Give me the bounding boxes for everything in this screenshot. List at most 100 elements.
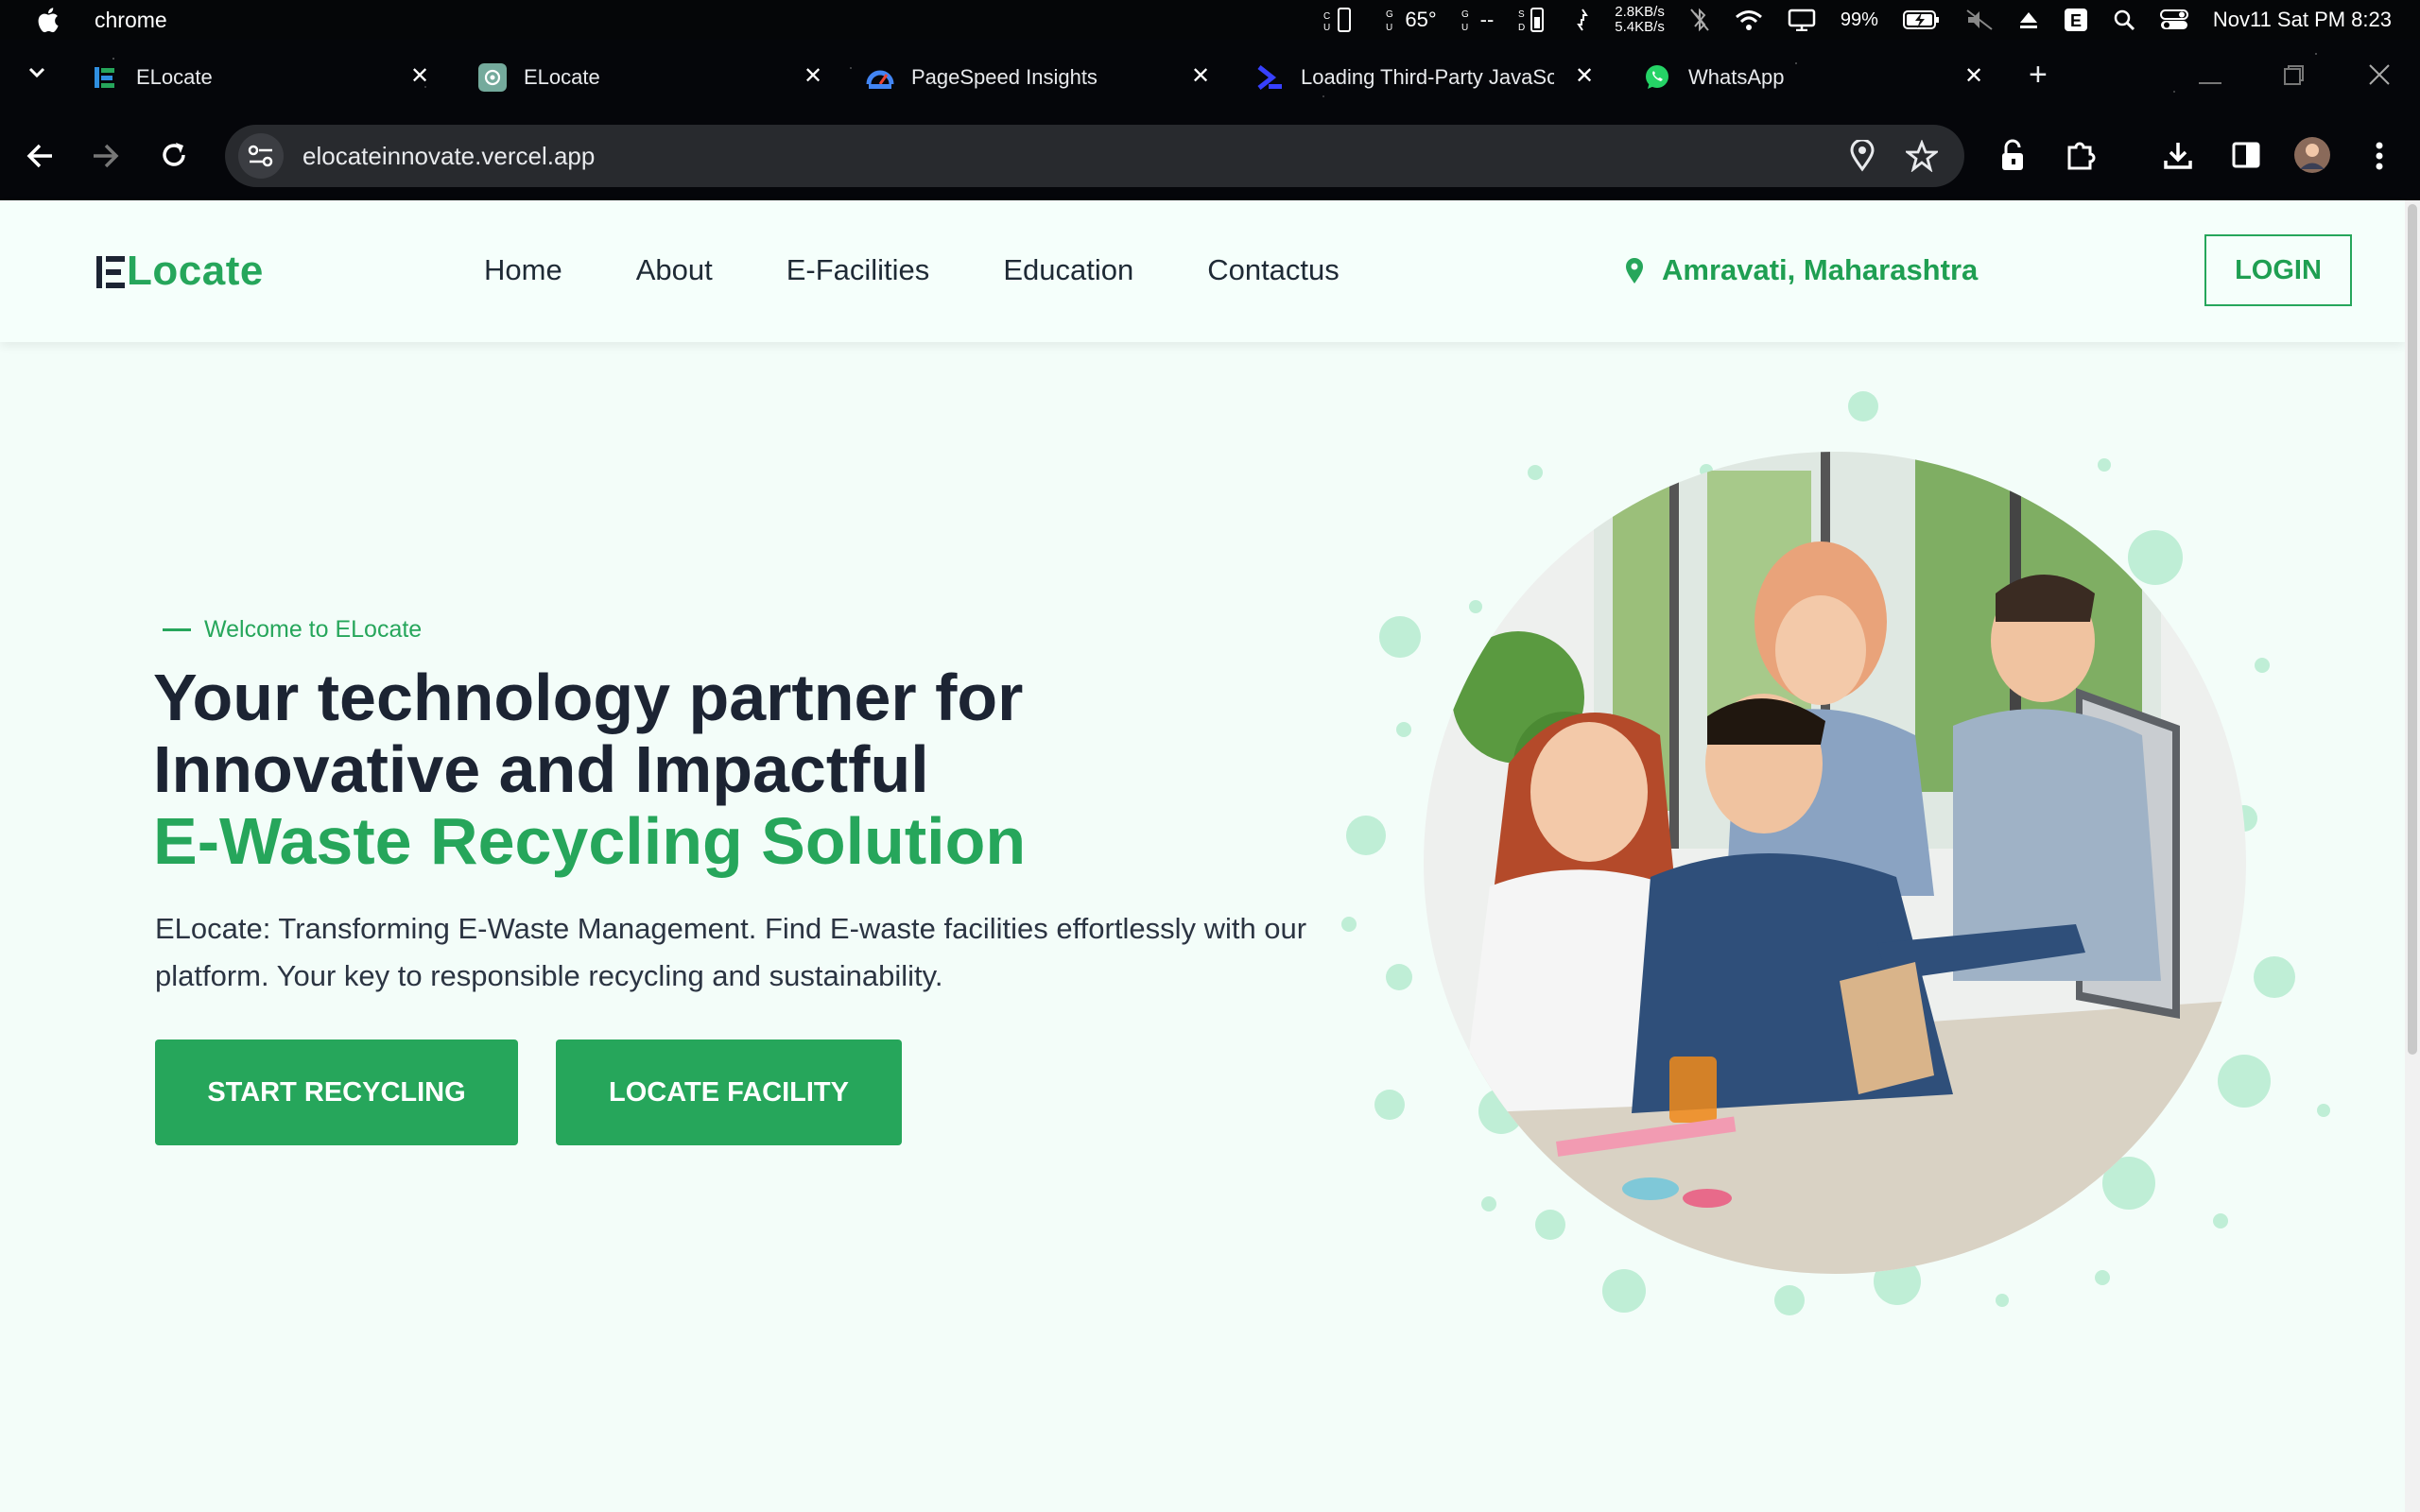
tab-title: WhatsApp — [1688, 65, 1785, 89]
minimize-window-icon[interactable] — [2199, 74, 2221, 91]
tab-title: Loading Third-Party JavaScri — [1301, 65, 1554, 89]
nav-education[interactable]: Education — [1003, 253, 1133, 287]
control-center-icon[interactable] — [2159, 9, 2188, 31]
start-recycling-button[interactable]: START RECYCLING — [155, 1040, 518, 1145]
network-activity-icon[interactable] — [1575, 8, 1590, 32]
downloads-icon[interactable] — [2163, 140, 2193, 175]
chrome-menu-icon[interactable] — [2375, 140, 2384, 177]
welcome-tagline: Welcome to ELocate — [163, 616, 422, 644]
cpu-temp-readout[interactable]: GU 65° — [1386, 6, 1436, 34]
bookmark-star-icon[interactable] — [1903, 139, 1941, 177]
tab-search-chevron-icon[interactable] — [26, 62, 47, 88]
ssd-icon[interactable]: SD — [1518, 6, 1550, 34]
tab-whatsapp[interactable]: WhatsApp ✕ — [1643, 57, 1993, 98]
web-page: Locate Home About E-Facilities Education… — [0, 200, 2405, 1512]
forward-arrow-icon — [91, 142, 121, 175]
nav-about[interactable]: About — [636, 253, 713, 287]
hero-description: ELocate: Transforming E-Waste Management… — [155, 912, 1307, 992]
tab-elocate-1[interactable]: ELocate ✕ — [91, 57, 441, 98]
browser-toolbar: elocateinnovate.vercel.app — [0, 113, 2420, 200]
page-scrollbar[interactable] — [2405, 200, 2420, 1512]
main-nav: Home About E-Facilities Education Contac… — [484, 253, 1340, 287]
reload-icon[interactable] — [159, 140, 189, 175]
address-bar[interactable]: elocateinnovate.vercel.app — [225, 125, 1964, 187]
hero-team-photo — [1424, 452, 2246, 1274]
back-arrow-icon[interactable] — [25, 142, 55, 175]
network-speed[interactable]: 2.8KB/s 5.4KB/s — [1615, 5, 1665, 35]
nav-home[interactable]: Home — [484, 253, 562, 287]
svg-text:U: U — [1461, 23, 1468, 33]
eject-icon[interactable] — [2018, 9, 2039, 30]
svg-text:G: G — [1386, 9, 1393, 20]
close-tab-icon[interactable]: ✕ — [410, 62, 429, 90]
locate-facility-button[interactable]: LOCATE FACILITY — [556, 1040, 902, 1145]
side-panel-icon[interactable] — [2231, 140, 2261, 175]
logo-text: Locate — [127, 248, 264, 294]
fan-value: -- — [1479, 8, 1495, 31]
display-icon[interactable] — [1788, 9, 1816, 31]
close-window-icon[interactable] — [2367, 62, 2392, 92]
battery-charging-icon[interactable] — [1902, 9, 1941, 30]
bluetooth-off-icon[interactable] — [1689, 8, 1710, 32]
upload-speed: 2.8KB/s — [1615, 4, 1665, 20]
mute-icon[interactable] — [1965, 9, 1994, 31]
location-permission-icon[interactable] — [1849, 138, 1876, 177]
welcome-text: Welcome to ELocate — [204, 616, 423, 643]
apple-logo-icon[interactable] — [34, 6, 60, 34]
fan-icon: GU — [1461, 9, 1469, 33]
svg-text:U: U — [1386, 23, 1392, 33]
tagline-dash — [163, 628, 191, 631]
menu-clock[interactable]: Nov11 Sat PM 8:23 — [2213, 8, 2392, 32]
phone-status-icon[interactable]: CU — [1323, 6, 1361, 34]
svg-text:D: D — [1518, 23, 1525, 33]
site-settings-icon[interactable] — [238, 133, 284, 179]
extensions-puzzle-icon[interactable] — [2065, 138, 2099, 177]
headline-line-2: Innovative and Impactful — [153, 732, 929, 806]
tab-third-party-js[interactable]: Loading Third-Party JavaScri ✕ — [1255, 57, 1605, 98]
elocate-icon — [91, 63, 119, 92]
headline-line-3: E-Waste Recycling Solution — [153, 804, 1027, 878]
close-tab-icon[interactable]: ✕ — [1191, 62, 1210, 90]
spotlight-search-icon[interactable] — [2113, 9, 2135, 31]
nav-e-facilities[interactable]: E-Facilities — [786, 253, 930, 287]
login-button[interactable]: LOGIN — [2204, 234, 2352, 306]
tab-title: ELocate — [524, 65, 600, 89]
svg-text:U: U — [1323, 23, 1330, 33]
download-speed: 5.4KB/s — [1615, 19, 1665, 35]
team-working-illustration — [1424, 452, 2246, 1274]
site-navbar: Locate Home About E-Facilities Education… — [0, 200, 2405, 342]
gpu-icon: GU — [1386, 9, 1393, 33]
battery-percent[interactable]: 99% — [1841, 9, 1878, 31]
temperature-value: 65° — [1405, 8, 1437, 31]
elocate-logo-icon — [96, 256, 125, 288]
tab-elocate-2[interactable]: ELocate ✕ — [478, 57, 828, 98]
nav-contactus[interactable]: Contactus — [1207, 253, 1340, 287]
close-tab-icon[interactable]: ✕ — [1964, 62, 1983, 90]
location-display[interactable]: Amravati, Maharashtra — [1624, 253, 1978, 287]
svg-text:S: S — [1518, 9, 1525, 20]
svg-text:C: C — [1323, 11, 1330, 22]
location-text: Amravati, Maharashtra — [1662, 253, 1979, 286]
fan-readout[interactable]: GU -- — [1461, 6, 1495, 34]
close-tab-icon[interactable]: ✕ — [1575, 62, 1594, 90]
new-tab-icon[interactable]: + — [2029, 57, 2048, 94]
chatgpt-icon — [478, 63, 507, 92]
profile-avatar[interactable] — [2293, 136, 2331, 179]
wifi-icon[interactable] — [1735, 9, 1763, 31]
url-text[interactable]: elocateinnovate.vercel.app — [302, 142, 595, 171]
tab-title: ELocate — [136, 65, 213, 89]
restore-window-icon[interactable] — [2282, 64, 2305, 92]
web-dev-icon — [1255, 63, 1284, 92]
close-tab-icon[interactable]: ✕ — [804, 62, 822, 90]
site-logo[interactable]: Locate — [95, 248, 264, 295]
extension-lock-icon[interactable] — [1998, 138, 2031, 177]
tab-pagespeed[interactable]: PageSpeed Insights ✕ — [866, 57, 1216, 98]
headline-line-1: Your technology partner for — [153, 661, 1024, 734]
map-pin-icon — [1626, 258, 1643, 284]
keyboard-input-icon[interactable]: E — [2064, 8, 2088, 32]
svg-text:G: G — [1461, 9, 1469, 20]
whatsapp-icon — [1643, 63, 1671, 92]
scrollbar-thumb[interactable] — [2408, 204, 2417, 1055]
macos-menu-bar: chrome CU GU 65° GU -- SD 2.8KB/s 5.4KB/… — [0, 0, 2420, 40]
active-app-name[interactable]: chrome — [95, 8, 167, 33]
